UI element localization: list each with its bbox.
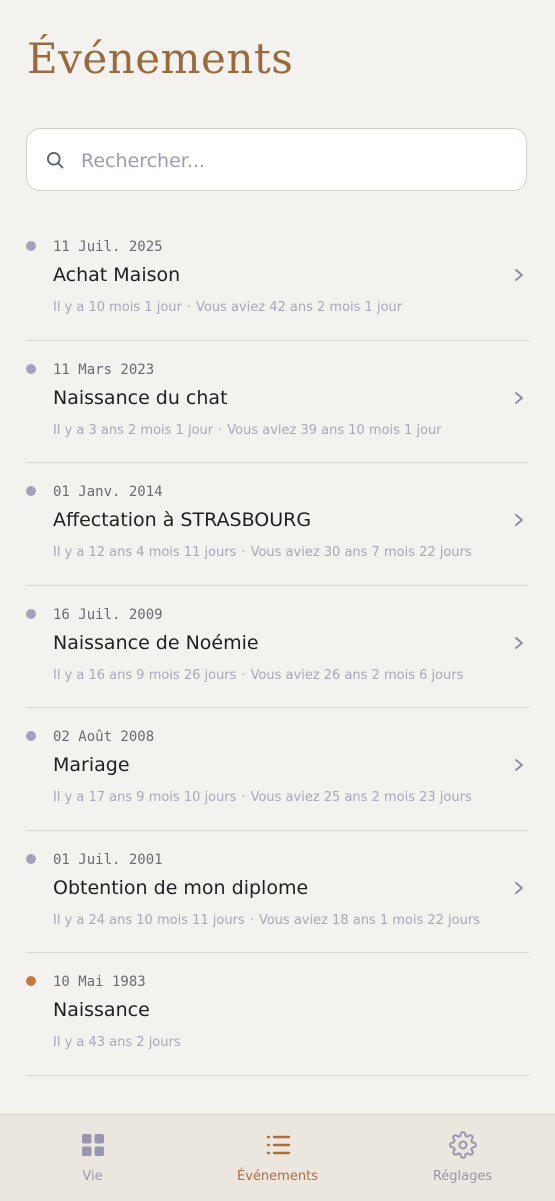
event-name: Affectation à STRASBOURG: [53, 509, 312, 531]
timeline-dot-origin: [26, 976, 36, 986]
event-elapsed: Il y a 10 mois 1 jour: [53, 300, 182, 315]
tab-label: Réglages: [432, 1169, 493, 1184]
separator-dot: ·: [218, 422, 223, 438]
event-name: Naissance du chat: [53, 386, 228, 409]
search-input[interactable]: [79, 129, 513, 192]
event-date: 10 Mai 1983: [53, 974, 146, 990]
event-list: 11 Juil. 2025 Achat Maison Il y a 10 moi…: [26, 218, 529, 1076]
event-date: 01 Janv. 2014: [53, 484, 163, 500]
event-meta: Il y a 16 ans 9 mois 26 jours · Vous aviez…: [53, 668, 463, 683]
timeline-dot: [26, 853, 36, 864]
gear-icon: [448, 1131, 477, 1159]
chevron-right-icon: [515, 514, 523, 526]
event-name: Achat Maison: [53, 264, 181, 286]
event-age: Vous aviez 25 ans 2 mois 23 jours: [250, 790, 472, 805]
separator-dot: ·: [249, 912, 254, 928]
event-meta: Il y a 24 ans 10 mois 11 jours · Vous avie…: [53, 913, 480, 928]
chevron-right-icon: [515, 636, 523, 649]
chevron-right-icon: [515, 269, 523, 281]
event-name: Obtention de mon diplome: [53, 876, 309, 899]
event-elapsed: Il y a 12 ans 4 mois 11 jours: [53, 545, 237, 560]
event-age: Vous aviez 42 ans 2 mois 1 jour: [196, 300, 403, 315]
timeline-dot: [26, 363, 36, 374]
event-elapsed: Il y a 16 ans 9 mois 26 jours: [53, 667, 237, 683]
timeline-dot: [26, 486, 36, 496]
event-age: Vous aviez 39 ans 10 mois 1 jour: [227, 422, 442, 438]
search-icon: [47, 152, 64, 169]
chevron-right-icon: [515, 881, 523, 894]
timeline-dot: [26, 241, 36, 251]
event-name: Naissance: [53, 999, 150, 1021]
event-item[interactable]: 01 Juil. 2001 Obtention de mon diplome I…: [26, 831, 529, 953]
event-date: 11 Juil. 2025: [53, 239, 163, 255]
separator-dot: ·: [241, 790, 246, 805]
event-age: Vous aviez 26 ans 2 mois 6 jours: [250, 667, 464, 683]
chevron-right-icon: [515, 391, 523, 404]
event-elapsed: Il y a 43 ans 2 jours: [53, 1035, 181, 1050]
grid-icon: [81, 1134, 104, 1156]
tab-label: Vie: [82, 1169, 103, 1184]
separator-dot: ·: [241, 545, 246, 560]
event-date: 11 Mars 2023: [53, 361, 155, 378]
event-meta: Il y a 10 mois 1 jour · Vous aviez 42 ans …: [53, 300, 402, 315]
event-age: Vous aviez 18 ans 1 mois 22 jours: [258, 912, 480, 928]
event-name: Mariage: [53, 754, 130, 776]
timeline-dot: [26, 608, 36, 619]
event-item[interactable]: 11 Juil. 2025 Achat Maison Il y a 10 moi…: [26, 218, 529, 341]
timeline-dot: [26, 731, 36, 741]
event-date: 16 Juil. 2009: [53, 606, 163, 623]
tab-reglages[interactable]: Réglages: [370, 1115, 555, 1201]
separator-dot: ·: [186, 300, 192, 315]
event-age: Vous aviez 30 ans 7 mois 22 jours: [250, 545, 472, 560]
event-name: Naissance de Noémie: [53, 631, 259, 654]
event-item[interactable]: 02 Août 2008 Mariage Il y a 17 ans 9 moi…: [26, 708, 529, 831]
search-bar[interactable]: [26, 128, 527, 192]
event-elapsed: Il y a 17 ans 9 mois 10 jours: [53, 790, 237, 805]
event-meta: Il y a 12 ans 4 mois 11 jours · Vous aviez…: [53, 545, 472, 560]
list-icon: [266, 1135, 290, 1155]
tab-label: Événements: [237, 1169, 318, 1184]
event-item: 10 Mai 1983 Naissance Il y a 43 ans 2 jo…: [26, 953, 529, 1076]
event-meta: Il y a 17 ans 9 mois 10 jours · Vous aviez…: [53, 790, 472, 805]
event-item[interactable]: 01 Janv. 2014 Affectation à STRASBOURG I…: [26, 463, 529, 586]
event-item[interactable]: 11 Mars 2023 Naissance du chat Il y a 3 …: [26, 341, 529, 463]
event-date: 01 Juil. 2001: [53, 851, 163, 868]
event-meta: Il y a 43 ans 2 jours: [53, 1035, 181, 1050]
chevron-right-icon: [515, 759, 523, 771]
event-item[interactable]: 16 Juil. 2009 Naissance de Noémie Il y a…: [26, 586, 529, 708]
event-date: 02 Août 2008: [53, 729, 155, 745]
tab-evenements[interactable]: Événements: [185, 1115, 370, 1201]
bottom-tab-bar: Vie Événements Réglages: [0, 1114, 555, 1201]
event-meta: Il y a 3 ans 2 mois 1 jour · Vous aviez 39…: [53, 423, 442, 438]
event-elapsed: Il y a 24 ans 10 mois 11 jours: [53, 912, 245, 928]
separator-dot: ·: [241, 667, 246, 683]
event-elapsed: Il y a 3 ans 2 mois 1 jour: [53, 422, 214, 438]
page-title: Événements: [27, 34, 294, 83]
tab-vie[interactable]: Vie: [0, 1115, 185, 1201]
